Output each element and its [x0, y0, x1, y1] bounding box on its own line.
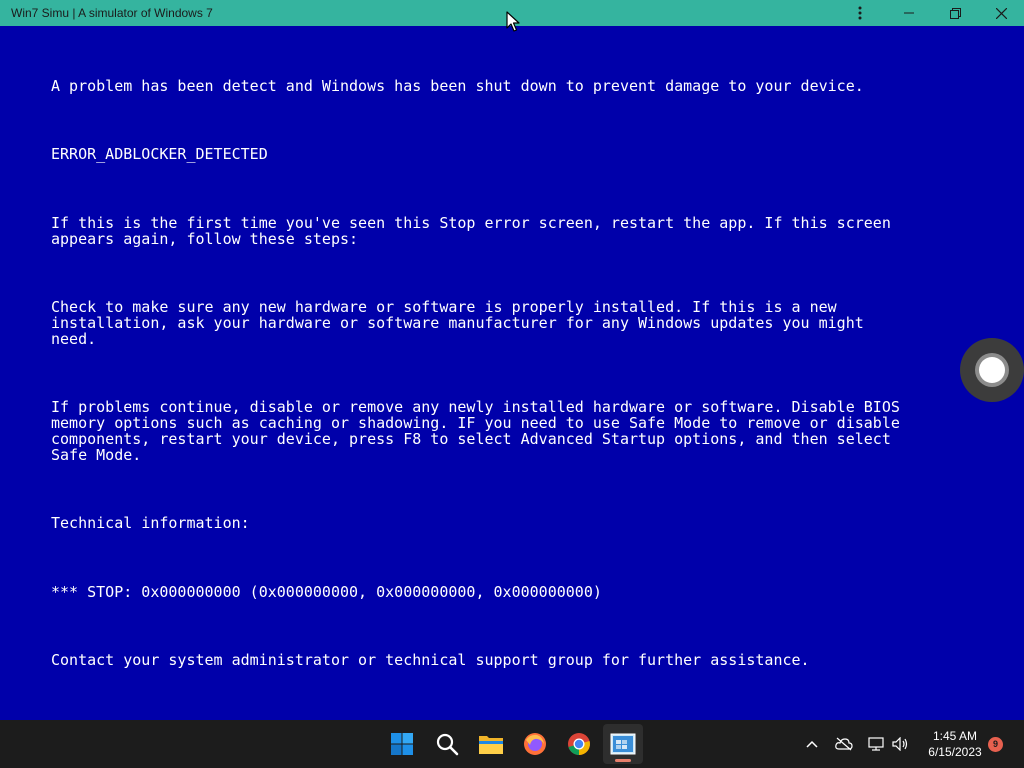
more-options-button[interactable] — [837, 0, 883, 26]
search-button[interactable] — [427, 724, 467, 764]
clock-time: 1:45 AM — [932, 729, 978, 743]
active-app-indicator — [615, 759, 631, 762]
onedrive-offline-icon — [835, 737, 853, 751]
technical-info-heading: Technical information: — [51, 514, 250, 532]
firefox-icon — [524, 733, 546, 755]
minimize-icon — [904, 12, 914, 14]
volume-icon — [892, 737, 908, 751]
file-explorer-icon — [479, 736, 503, 754]
first-time-instructions: If this is the first time you've seen th… — [51, 214, 891, 248]
win7-simu-icon — [610, 733, 636, 755]
firefox-button[interactable] — [515, 724, 555, 764]
clock-date: 6/15/2023 — [928, 745, 982, 759]
more-icon — [858, 6, 862, 20]
assistive-touch-icon — [975, 353, 1009, 387]
onedrive-button[interactable] — [832, 732, 856, 756]
contact-message: Contact your system administrator or tec… — [51, 651, 810, 669]
win7-simu-button[interactable] — [603, 724, 643, 764]
taskbar: 1:45 AM 6/15/2023 — [0, 720, 1024, 768]
assistive-touch-button[interactable] — [960, 338, 1024, 402]
network-icon — [868, 737, 884, 751]
close-icon — [995, 7, 1007, 19]
restore-button[interactable] — [932, 0, 978, 26]
blue-screen: A problem has been detect and Windows ha… — [0, 26, 1024, 720]
windows-start-icon — [391, 733, 413, 755]
network-button[interactable] — [864, 732, 888, 756]
mouse-cursor-icon — [506, 11, 520, 32]
system-clock[interactable]: 1:45 AM 6/15/2023 — [915, 728, 995, 760]
minimize-button[interactable] — [886, 0, 932, 26]
start-button[interactable] — [382, 724, 422, 764]
chevron-up-icon — [806, 740, 818, 748]
restore-icon — [949, 7, 961, 19]
continue-instructions: If problems continue, disable or remove … — [51, 398, 900, 464]
error-code: ERROR_ADBLOCKER_DETECTED — [51, 145, 268, 163]
stop-code: *** STOP: 0x000000000 (0x000000000, 0x00… — [51, 583, 602, 601]
show-hidden-icons-button[interactable] — [800, 732, 824, 756]
file-explorer-button[interactable] — [471, 724, 511, 764]
simulator-window: Win7 Simu | A simulator of Windows 7 A p… — [0, 0, 1024, 768]
problem-message: A problem has been detect and Windows ha… — [51, 77, 864, 95]
notification-badge[interactable]: 9 — [988, 737, 1003, 752]
check-instructions: Check to make sure any new hardware or s… — [51, 298, 864, 348]
close-button[interactable] — [978, 0, 1024, 26]
chrome-icon — [568, 733, 590, 755]
chrome-button[interactable] — [559, 724, 599, 764]
volume-button[interactable] — [888, 732, 912, 756]
window-title: Win7 Simu | A simulator of Windows 7 — [11, 6, 213, 20]
search-icon — [436, 733, 459, 756]
